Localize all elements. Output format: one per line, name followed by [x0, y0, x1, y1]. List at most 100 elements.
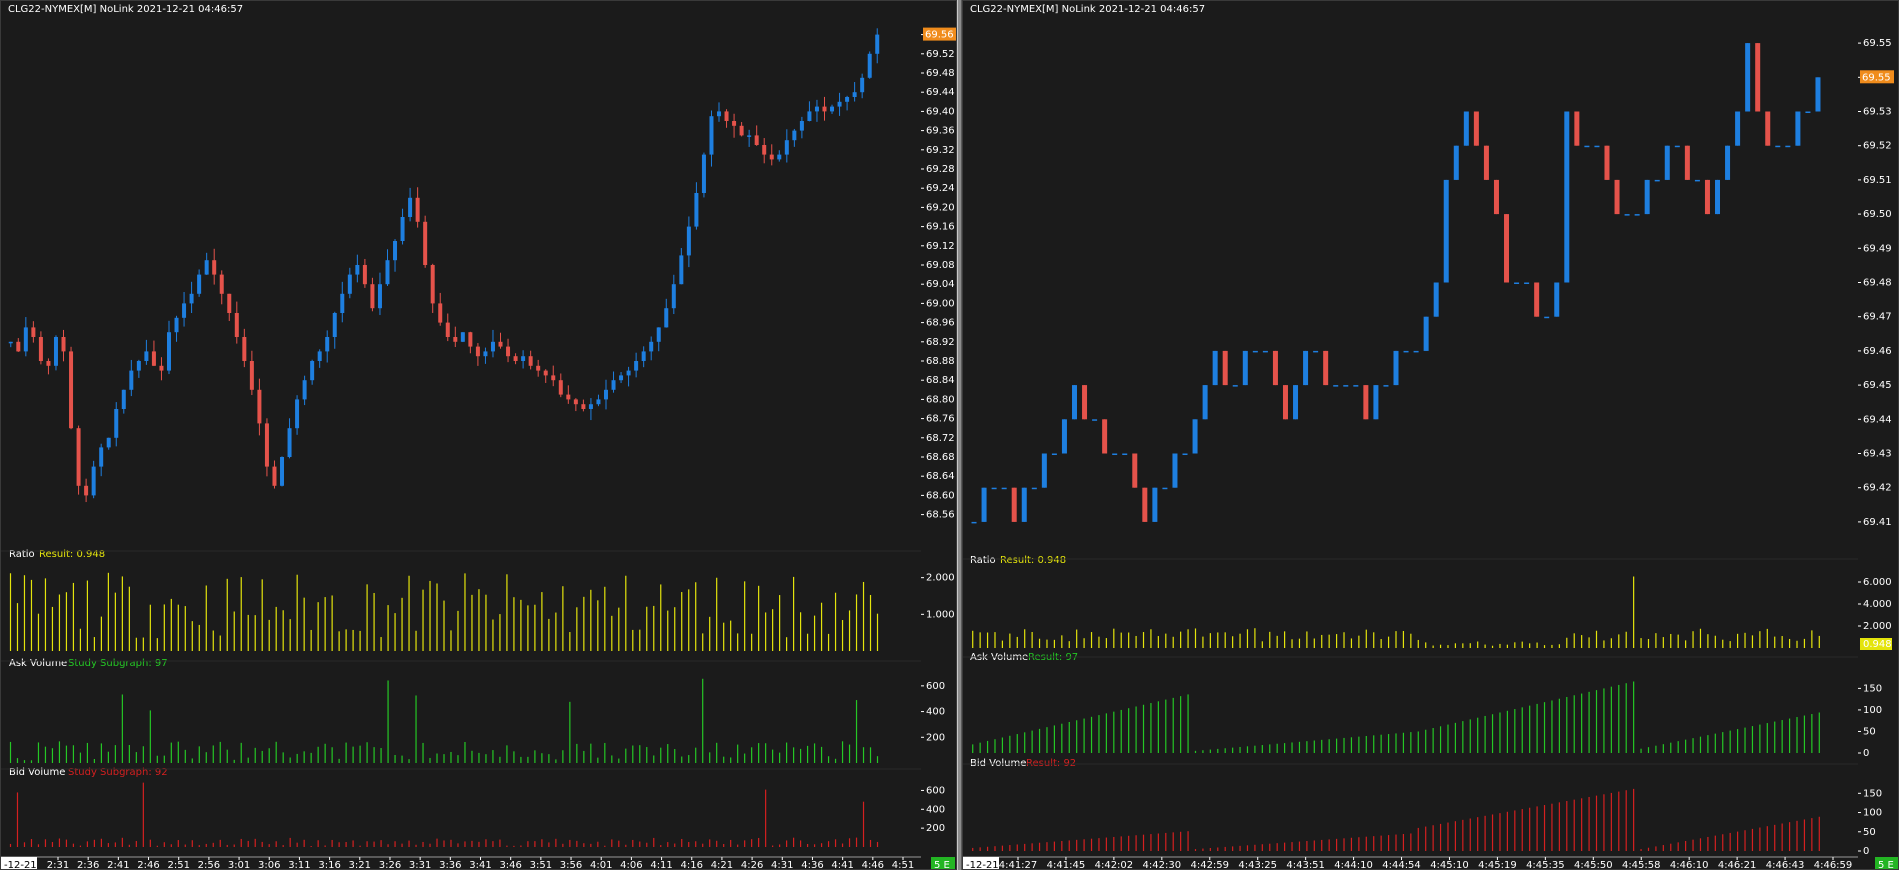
candle-body[interactable]: [159, 365, 164, 371]
candle-body[interactable]: [1222, 350, 1228, 386]
candle-body[interactable]: [1483, 145, 1489, 180]
candle-body[interactable]: [814, 106, 819, 112]
corner-badge[interactable]: 5 E: [1878, 860, 1894, 870]
candle-body[interactable]: [99, 447, 104, 467]
candle-body[interactable]: [174, 317, 179, 333]
candle-body[interactable]: [664, 308, 669, 328]
candle-body[interactable]: [1142, 487, 1148, 522]
candle-body[interactable]: [340, 293, 345, 313]
candle-body[interactable]: [1112, 453, 1118, 456]
candle-body[interactable]: [114, 409, 119, 438]
candle-body[interactable]: [16, 341, 21, 352]
candle-body[interactable]: [1674, 145, 1680, 148]
candle-body[interactable]: [23, 327, 28, 352]
candle-body[interactable]: [1584, 145, 1590, 148]
candle-body[interactable]: [1604, 145, 1610, 180]
candle-body[interactable]: [1524, 282, 1530, 285]
candle-body[interactable]: [1082, 385, 1088, 420]
candle-body[interactable]: [257, 389, 262, 424]
candle-body[interactable]: [1443, 179, 1449, 283]
candle-body[interactable]: [573, 399, 578, 405]
candle-body[interactable]: [129, 370, 134, 390]
corner-badge[interactable]: 5 E: [934, 860, 950, 870]
candle-body[interactable]: [852, 92, 857, 97]
candle-body[interactable]: [227, 293, 232, 313]
candle-body[interactable]: [596, 399, 601, 405]
candle-body[interactable]: [182, 303, 187, 318]
candle-body[interactable]: [1745, 43, 1751, 112]
candle-body[interactable]: [822, 106, 827, 112]
candle-body[interactable]: [1413, 350, 1419, 353]
candle-body[interactable]: [1272, 350, 1278, 386]
candle-body[interactable]: [468, 332, 473, 347]
candle-body[interactable]: [1293, 385, 1299, 420]
right-chart-svg[interactable]: CLG22-NYMEX[M] NoLink 2021-12-21 04:46:5…: [963, 1, 1899, 870]
candle-body[interactable]: [1805, 111, 1811, 114]
ratio-pane[interactable]: 6.000 4.000 2.000 0.948: [963, 558, 1892, 650]
candle-body[interactable]: [671, 284, 676, 309]
candle-body[interactable]: [1343, 385, 1349, 387]
candle-body[interactable]: [686, 226, 691, 256]
candle-body[interactable]: [558, 380, 563, 395]
candle-body[interactable]: [385, 260, 390, 285]
candle-body[interactable]: [332, 313, 337, 337]
candle-body[interactable]: [136, 361, 141, 371]
candle-body[interactable]: [69, 351, 74, 429]
candle-body[interactable]: [724, 111, 729, 121]
candle-body[interactable]: [212, 260, 217, 275]
candle-body[interactable]: [1664, 145, 1670, 180]
bid-volume-pane[interactable]: 600 400 200: [1, 768, 945, 847]
candle-body[interactable]: [1313, 350, 1319, 353]
candle-body[interactable]: [408, 197, 413, 217]
candle-body[interactable]: [1001, 487, 1007, 490]
candle-body[interactable]: [784, 140, 789, 155]
candle-body[interactable]: [234, 313, 239, 337]
candle-body[interactable]: [1493, 179, 1499, 215]
candle-body[interactable]: [310, 361, 315, 381]
candle-body[interactable]: [1463, 111, 1469, 146]
ask-volume-pane[interactable]: 600 400 200: [1, 660, 945, 763]
candle-body[interactable]: [566, 394, 571, 400]
candle-body[interactable]: [287, 428, 292, 457]
candle-body[interactable]: [837, 101, 842, 107]
candle-body[interactable]: [551, 375, 556, 381]
candle-body[interactable]: [1232, 385, 1238, 387]
candle-body[interactable]: [483, 351, 488, 357]
candle-body[interactable]: [355, 265, 360, 275]
candle-body[interactable]: [1654, 179, 1660, 182]
candle-body[interactable]: [971, 521, 977, 524]
candle-body[interactable]: [1765, 111, 1771, 146]
candle-body[interactable]: [1634, 214, 1640, 216]
candle-body[interactable]: [204, 260, 209, 275]
candle-body[interactable]: [603, 389, 608, 400]
candle-body[interactable]: [197, 274, 202, 294]
candle-body[interactable]: [634, 361, 639, 371]
candle-body[interactable]: [249, 361, 254, 390]
candle-body[interactable]: [151, 351, 156, 366]
candle-body[interactable]: [76, 428, 81, 486]
candle-body[interactable]: [581, 404, 586, 409]
candle-body[interactable]: [1715, 179, 1721, 215]
candle-body[interactable]: [1423, 316, 1429, 351]
candle-body[interactable]: [867, 53, 872, 78]
candle-body[interactable]: [423, 221, 428, 265]
candle-body[interactable]: [1021, 487, 1027, 522]
candle-body[interactable]: [1323, 350, 1329, 386]
candle-body[interactable]: [1162, 487, 1168, 490]
price-axis[interactable]: 69.56 69.52 69.48 69.44 69.40 69.36 69.32 69.28…: [921, 27, 957, 521]
candle-body[interactable]: [656, 327, 661, 342]
candle-body[interactable]: [1192, 419, 1198, 454]
candle-body[interactable]: [1544, 316, 1550, 319]
candle-body[interactable]: [1333, 385, 1339, 387]
candle-body[interactable]: [1644, 179, 1650, 215]
candle-body[interactable]: [219, 274, 224, 294]
candle-body[interactable]: [144, 351, 149, 361]
candle-body[interactable]: [1252, 350, 1258, 353]
candle-body[interactable]: [1212, 350, 1218, 386]
candle-body[interactable]: [754, 135, 759, 145]
candle-body[interactable]: [1092, 419, 1098, 421]
price-pane[interactable]: [971, 43, 1821, 524]
candle-body[interactable]: [1011, 487, 1017, 522]
candle-body[interactable]: [807, 111, 812, 121]
candle-body[interactable]: [769, 154, 774, 160]
